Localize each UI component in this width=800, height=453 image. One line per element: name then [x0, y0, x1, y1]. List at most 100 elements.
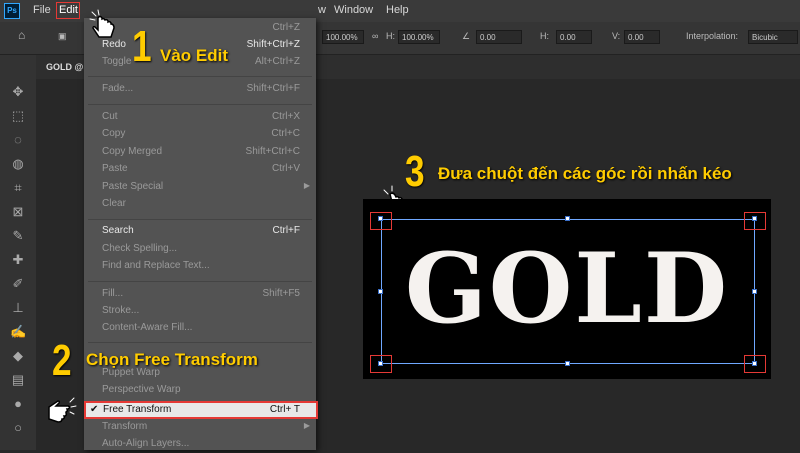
height-field[interactable]: 100.00%: [398, 30, 440, 44]
transform-bounding-box[interactable]: [381, 219, 755, 364]
lasso-tool-icon[interactable]: ◌: [10, 133, 26, 147]
menu-separator: [88, 281, 312, 282]
photoshop-logo: Ps: [4, 3, 20, 19]
brush-tool-icon[interactable]: ✐: [10, 277, 26, 291]
menu-help[interactable]: Help: [386, 4, 409, 16]
toggle-shortcut: Alt+Ctrl+Z: [254, 56, 300, 67]
step3-text: Đưa chuột đến các góc rồi nhấn kéo: [438, 164, 732, 183]
paste-shortcut: Ctrl+V: [271, 163, 300, 174]
menu-item-paste[interactable]: Paste Ctrl+V: [84, 161, 316, 178]
edit-dropdown-menu: Ctrl+Z Redo Shift+Ctrl+Z Toggle Alt+Ctrl…: [84, 18, 316, 450]
menu-item-perspective-warp[interactable]: Perspective Warp: [84, 382, 316, 399]
corner-highlight-bottom-right: [744, 355, 766, 373]
step2-text: Chọn Free Transform: [86, 350, 258, 369]
pointer-hand-icon: [89, 9, 115, 38]
menu-item-search[interactable]: Search Ctrl+F: [84, 223, 316, 240]
stamp-tool-icon[interactable]: ⊥: [10, 301, 26, 315]
interpolation-select[interactable]: Bicubic: [748, 30, 798, 44]
menu-separator: [88, 219, 312, 220]
auto-align-label: Auto-Align Layers...: [102, 438, 190, 449]
width-field[interactable]: 100.00%: [322, 30, 364, 44]
hskew-label: H:: [540, 31, 549, 41]
undo-shortcut: Ctrl+Z: [272, 22, 301, 33]
transform-handle-middle-left[interactable]: [378, 289, 383, 294]
toggle-label: Toggle: [102, 56, 132, 67]
pointer-hand-icon: [48, 397, 77, 423]
paste-special-label: Paste Special: [102, 181, 164, 192]
free-transform-label: Free Transform: [103, 404, 172, 415]
menu-item-content-aware[interactable]: Content-Aware Fill...: [84, 320, 316, 337]
corner-highlight-top-right: [744, 212, 766, 230]
transform-handle-bottom-middle[interactable]: [565, 361, 570, 366]
cut-label: Cut: [102, 111, 118, 122]
fill-shortcut: Shift+F5: [262, 288, 300, 299]
free-transform-shortcut: Ctrl+ T: [269, 404, 300, 415]
height-label: H:: [386, 31, 395, 41]
move-tool-icon[interactable]: ✥: [10, 85, 26, 99]
fade-shortcut: Shift+Ctrl+F: [246, 83, 300, 94]
stroke-label: Stroke...: [102, 305, 140, 316]
marquee-tool-icon[interactable]: ⬚: [10, 109, 26, 123]
angle-field[interactable]: 0.00: [476, 30, 522, 44]
step1-text: Vào Edit: [160, 46, 229, 65]
blur-tool-icon[interactable]: ●: [10, 397, 26, 411]
eyedropper-tool-icon[interactable]: ✎: [10, 229, 26, 243]
edit-highlight-box: [56, 2, 80, 19]
menu-item-paste-special[interactable]: Paste Special ▶: [84, 179, 316, 196]
search-shortcut: Ctrl+F: [272, 225, 301, 236]
redo-shortcut: Shift+Ctrl+Z: [246, 39, 300, 50]
menu-separator: [88, 104, 312, 105]
reference-point-icon[interactable]: ▣: [58, 31, 67, 42]
menu-item-transform[interactable]: Transform ▶: [84, 419, 316, 436]
link-icon[interactable]: ∞: [372, 31, 378, 41]
menu-item-stroke[interactable]: Stroke...: [84, 303, 316, 320]
transform-label: Transform: [102, 421, 148, 432]
healing-tool-icon[interactable]: ✚: [10, 253, 26, 267]
menu-item-auto-align[interactable]: Auto-Align Layers...: [84, 436, 316, 453]
transform-handle-middle-right[interactable]: [752, 289, 757, 294]
fill-label: Fill...: [102, 288, 124, 299]
clear-label: Clear: [102, 198, 126, 209]
eraser-tool-icon[interactable]: ◆: [10, 349, 26, 363]
menu-item-fade[interactable]: Fade... Shift+Ctrl+F: [84, 81, 316, 98]
menu-item-copy[interactable]: Copy Ctrl+C: [84, 126, 316, 143]
menu-item-check-spelling[interactable]: Check Spelling...: [84, 241, 316, 258]
menu-item-find-replace[interactable]: Find and Replace Text...: [84, 258, 316, 275]
menu-file[interactable]: File: [33, 4, 51, 16]
menu-item-free-transform[interactable]: ✔ Free Transform Ctrl+ T: [84, 401, 318, 419]
copy-shortcut: Ctrl+C: [271, 128, 300, 139]
submenu-arrow-icon: ▶: [303, 181, 310, 190]
menu-separator: [88, 76, 312, 77]
menu-item-cut[interactable]: Cut Ctrl+X: [84, 109, 316, 126]
corner-highlight-bottom-left: [370, 355, 392, 373]
menu-item-copy-merged[interactable]: Copy Merged Shift+Ctrl+C: [84, 144, 316, 161]
frame-tool-icon[interactable]: ⊠: [10, 205, 26, 219]
menu-view-partial[interactable]: w: [318, 4, 326, 16]
copy-merged-label: Copy Merged: [102, 146, 163, 157]
search-label: Search: [102, 225, 134, 236]
interpolation-label: Interpolation:: [686, 31, 739, 41]
crop-tool-icon[interactable]: ⌗: [10, 181, 26, 195]
perspective-warp-label: Perspective Warp: [102, 384, 181, 395]
hskew-field[interactable]: 0.00: [556, 30, 592, 44]
checkmark-icon: ✔: [90, 404, 99, 415]
quick-select-tool-icon[interactable]: ◍: [10, 157, 26, 171]
menu-item-clear[interactable]: Clear: [84, 196, 316, 213]
menu-item-fill[interactable]: Fill... Shift+F5: [84, 286, 316, 303]
transform-handle-top-middle[interactable]: [565, 216, 570, 221]
submenu-arrow-icon: ▶: [303, 421, 310, 430]
fade-label: Fade...: [102, 83, 134, 94]
menu-window[interactable]: Window: [334, 4, 373, 16]
document-tab[interactable]: GOLD @: [46, 62, 83, 72]
check-spelling-label: Check Spelling...: [102, 243, 178, 254]
content-aware-label: Content-Aware Fill...: [102, 322, 193, 333]
gradient-tool-icon[interactable]: ▤: [10, 373, 26, 387]
vskew-field[interactable]: 0.00: [624, 30, 660, 44]
history-brush-icon[interactable]: ✍: [10, 325, 26, 339]
cut-shortcut: Ctrl+X: [271, 111, 300, 122]
step1-number: 1: [132, 22, 152, 71]
corner-highlight-top-left: [370, 212, 392, 230]
home-icon[interactable]: ⌂: [18, 28, 25, 42]
dodge-tool-icon[interactable]: ○: [10, 421, 26, 435]
step2-number: 2: [52, 336, 72, 385]
